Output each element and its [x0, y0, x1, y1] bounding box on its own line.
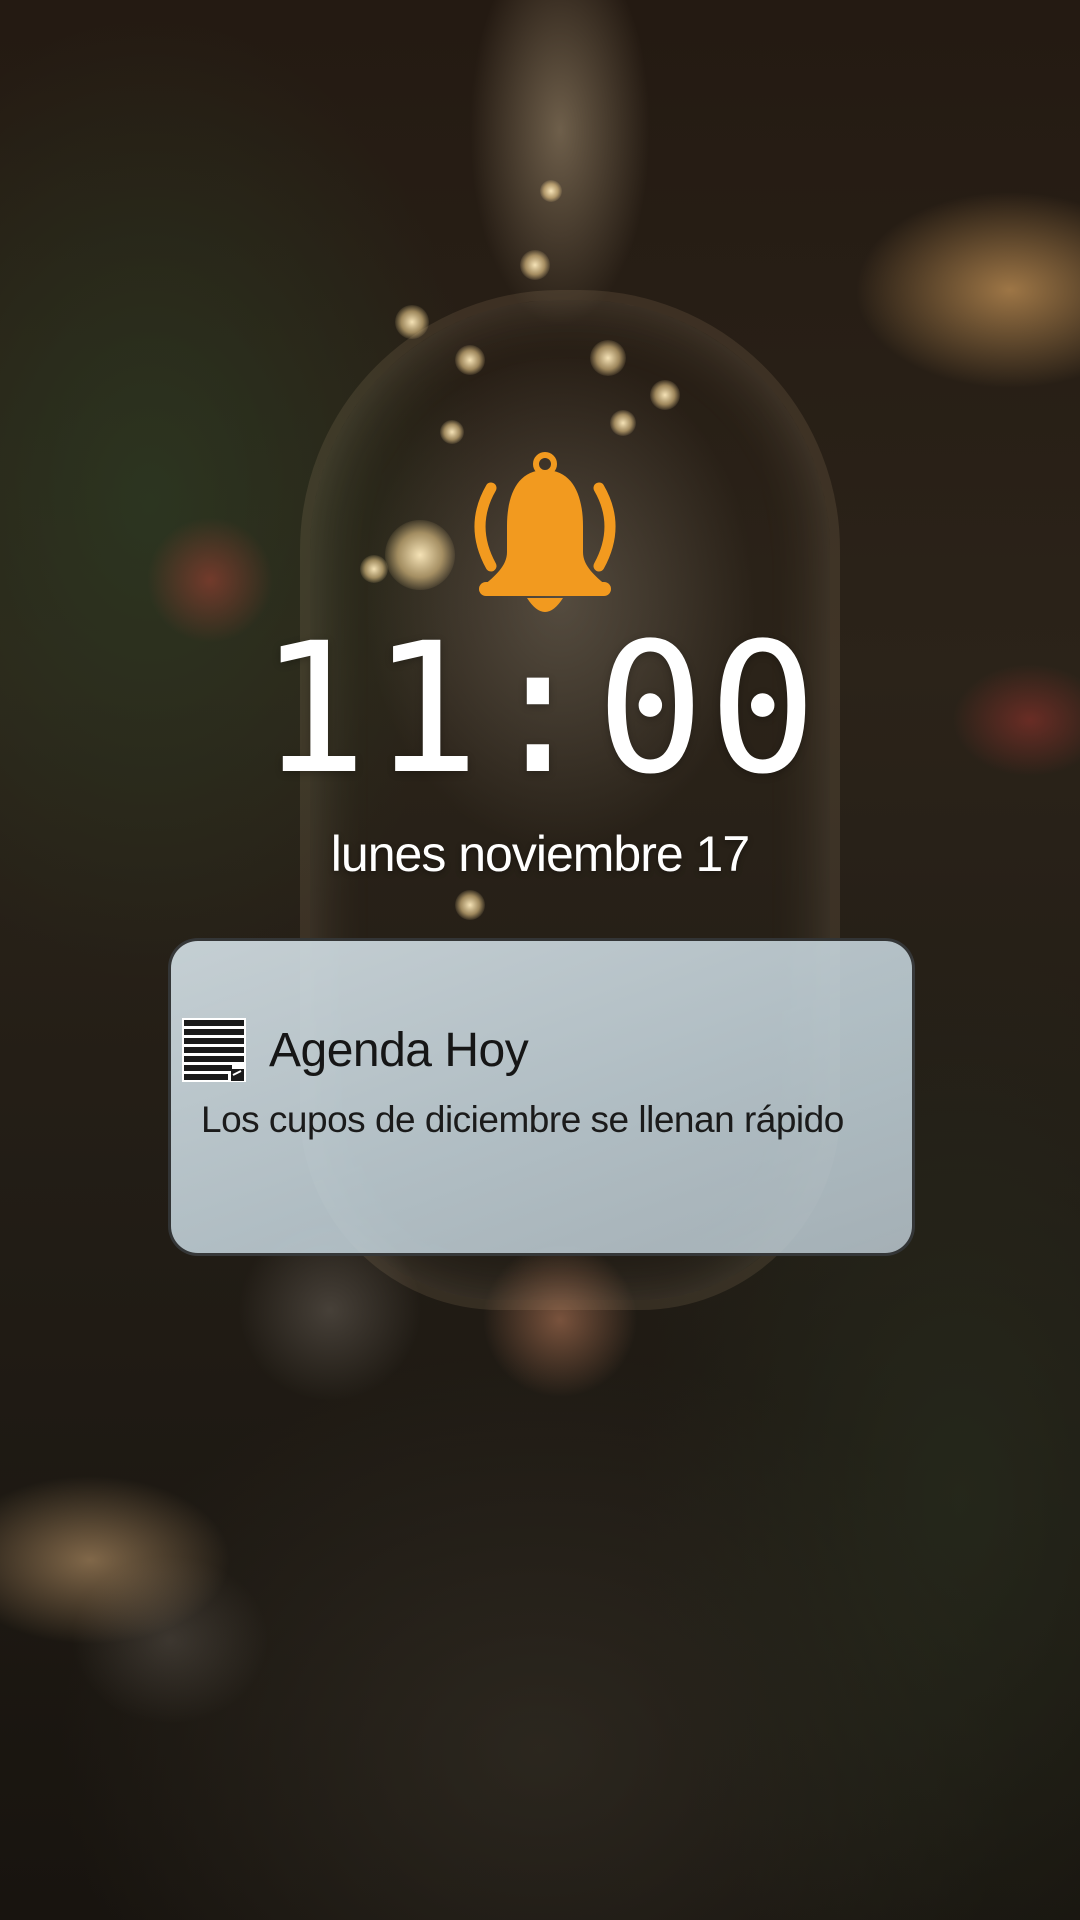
bokeh-light	[455, 345, 485, 375]
lock-screen: 11:00 lunes noviembre 17 Agenda Hoy Los …	[0, 0, 1080, 1920]
notification-app-name: Agenda Hoy	[269, 1023, 529, 1077]
clock-time: 11:00	[259, 605, 821, 814]
notification-message: Los cupos de diciembre se llenan rápido	[201, 1099, 844, 1140]
bokeh-light	[395, 305, 429, 339]
bokeh-light	[385, 520, 455, 590]
bell-ringing-icon	[455, 448, 635, 628]
clock-date: lunes noviembre 17	[330, 826, 750, 882]
bokeh-light	[590, 340, 626, 376]
bokeh-light	[440, 420, 464, 444]
bokeh-light	[360, 555, 388, 583]
notification-card[interactable]: Agenda Hoy Los cupos de diciembre se lle…	[168, 938, 915, 1256]
bokeh-light	[455, 890, 485, 920]
bokeh-light	[610, 410, 636, 436]
bokeh-light	[540, 180, 562, 202]
notification-header: Agenda Hoy	[181, 1015, 529, 1085]
bokeh-light	[650, 380, 680, 410]
notepad-icon	[181, 1017, 247, 1083]
bokeh-light	[520, 250, 550, 280]
